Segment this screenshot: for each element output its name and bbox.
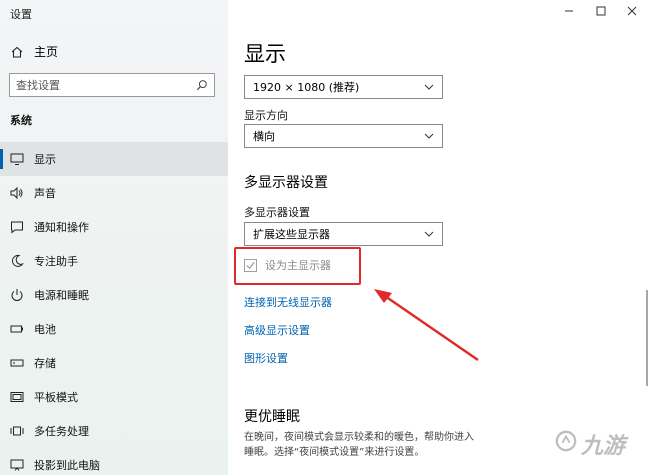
- watermark: 九游: [555, 428, 625, 460]
- annotation-arrow: [374, 289, 479, 362]
- watermark-text: 九游: [581, 434, 626, 459]
- watermark-logo-icon: [555, 430, 577, 458]
